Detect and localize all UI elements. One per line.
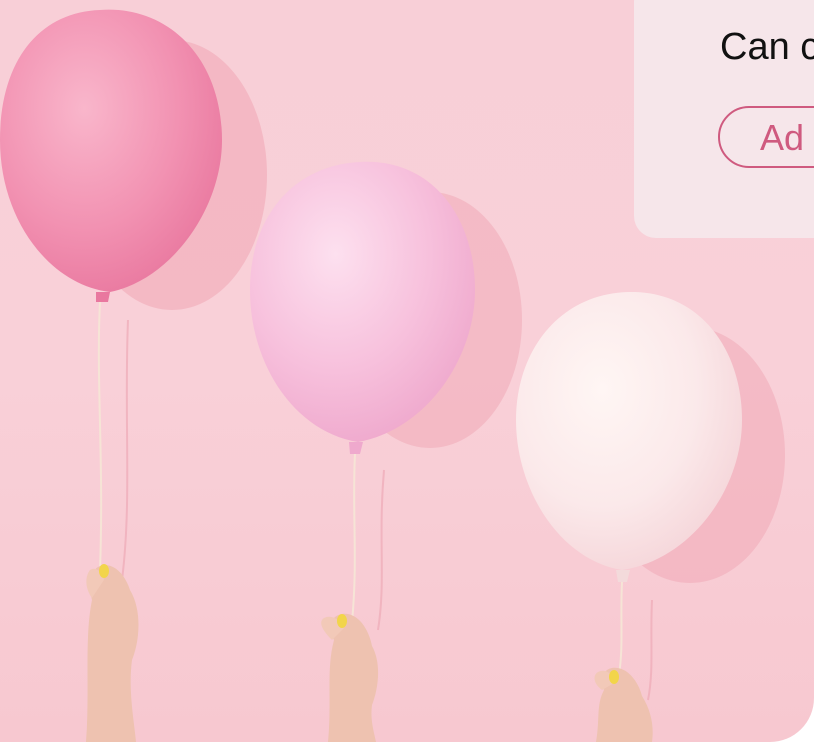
nail (99, 564, 109, 578)
hero-photo: Can c Ad (0, 0, 814, 742)
balloon-string (97, 301, 103, 571)
card-text: Can c (720, 26, 814, 68)
hand (86, 564, 139, 742)
hand (594, 667, 653, 742)
promo-card: Can c Ad (634, 0, 814, 238)
balloon-knot (349, 442, 363, 454)
nail (337, 614, 347, 628)
balloon-string (617, 581, 623, 681)
hand (321, 613, 379, 742)
balloon-knot (96, 292, 110, 302)
add-button[interactable]: Ad (718, 106, 814, 168)
balloon-string (351, 453, 356, 623)
nail (609, 670, 619, 684)
balloon-knot (616, 570, 630, 582)
